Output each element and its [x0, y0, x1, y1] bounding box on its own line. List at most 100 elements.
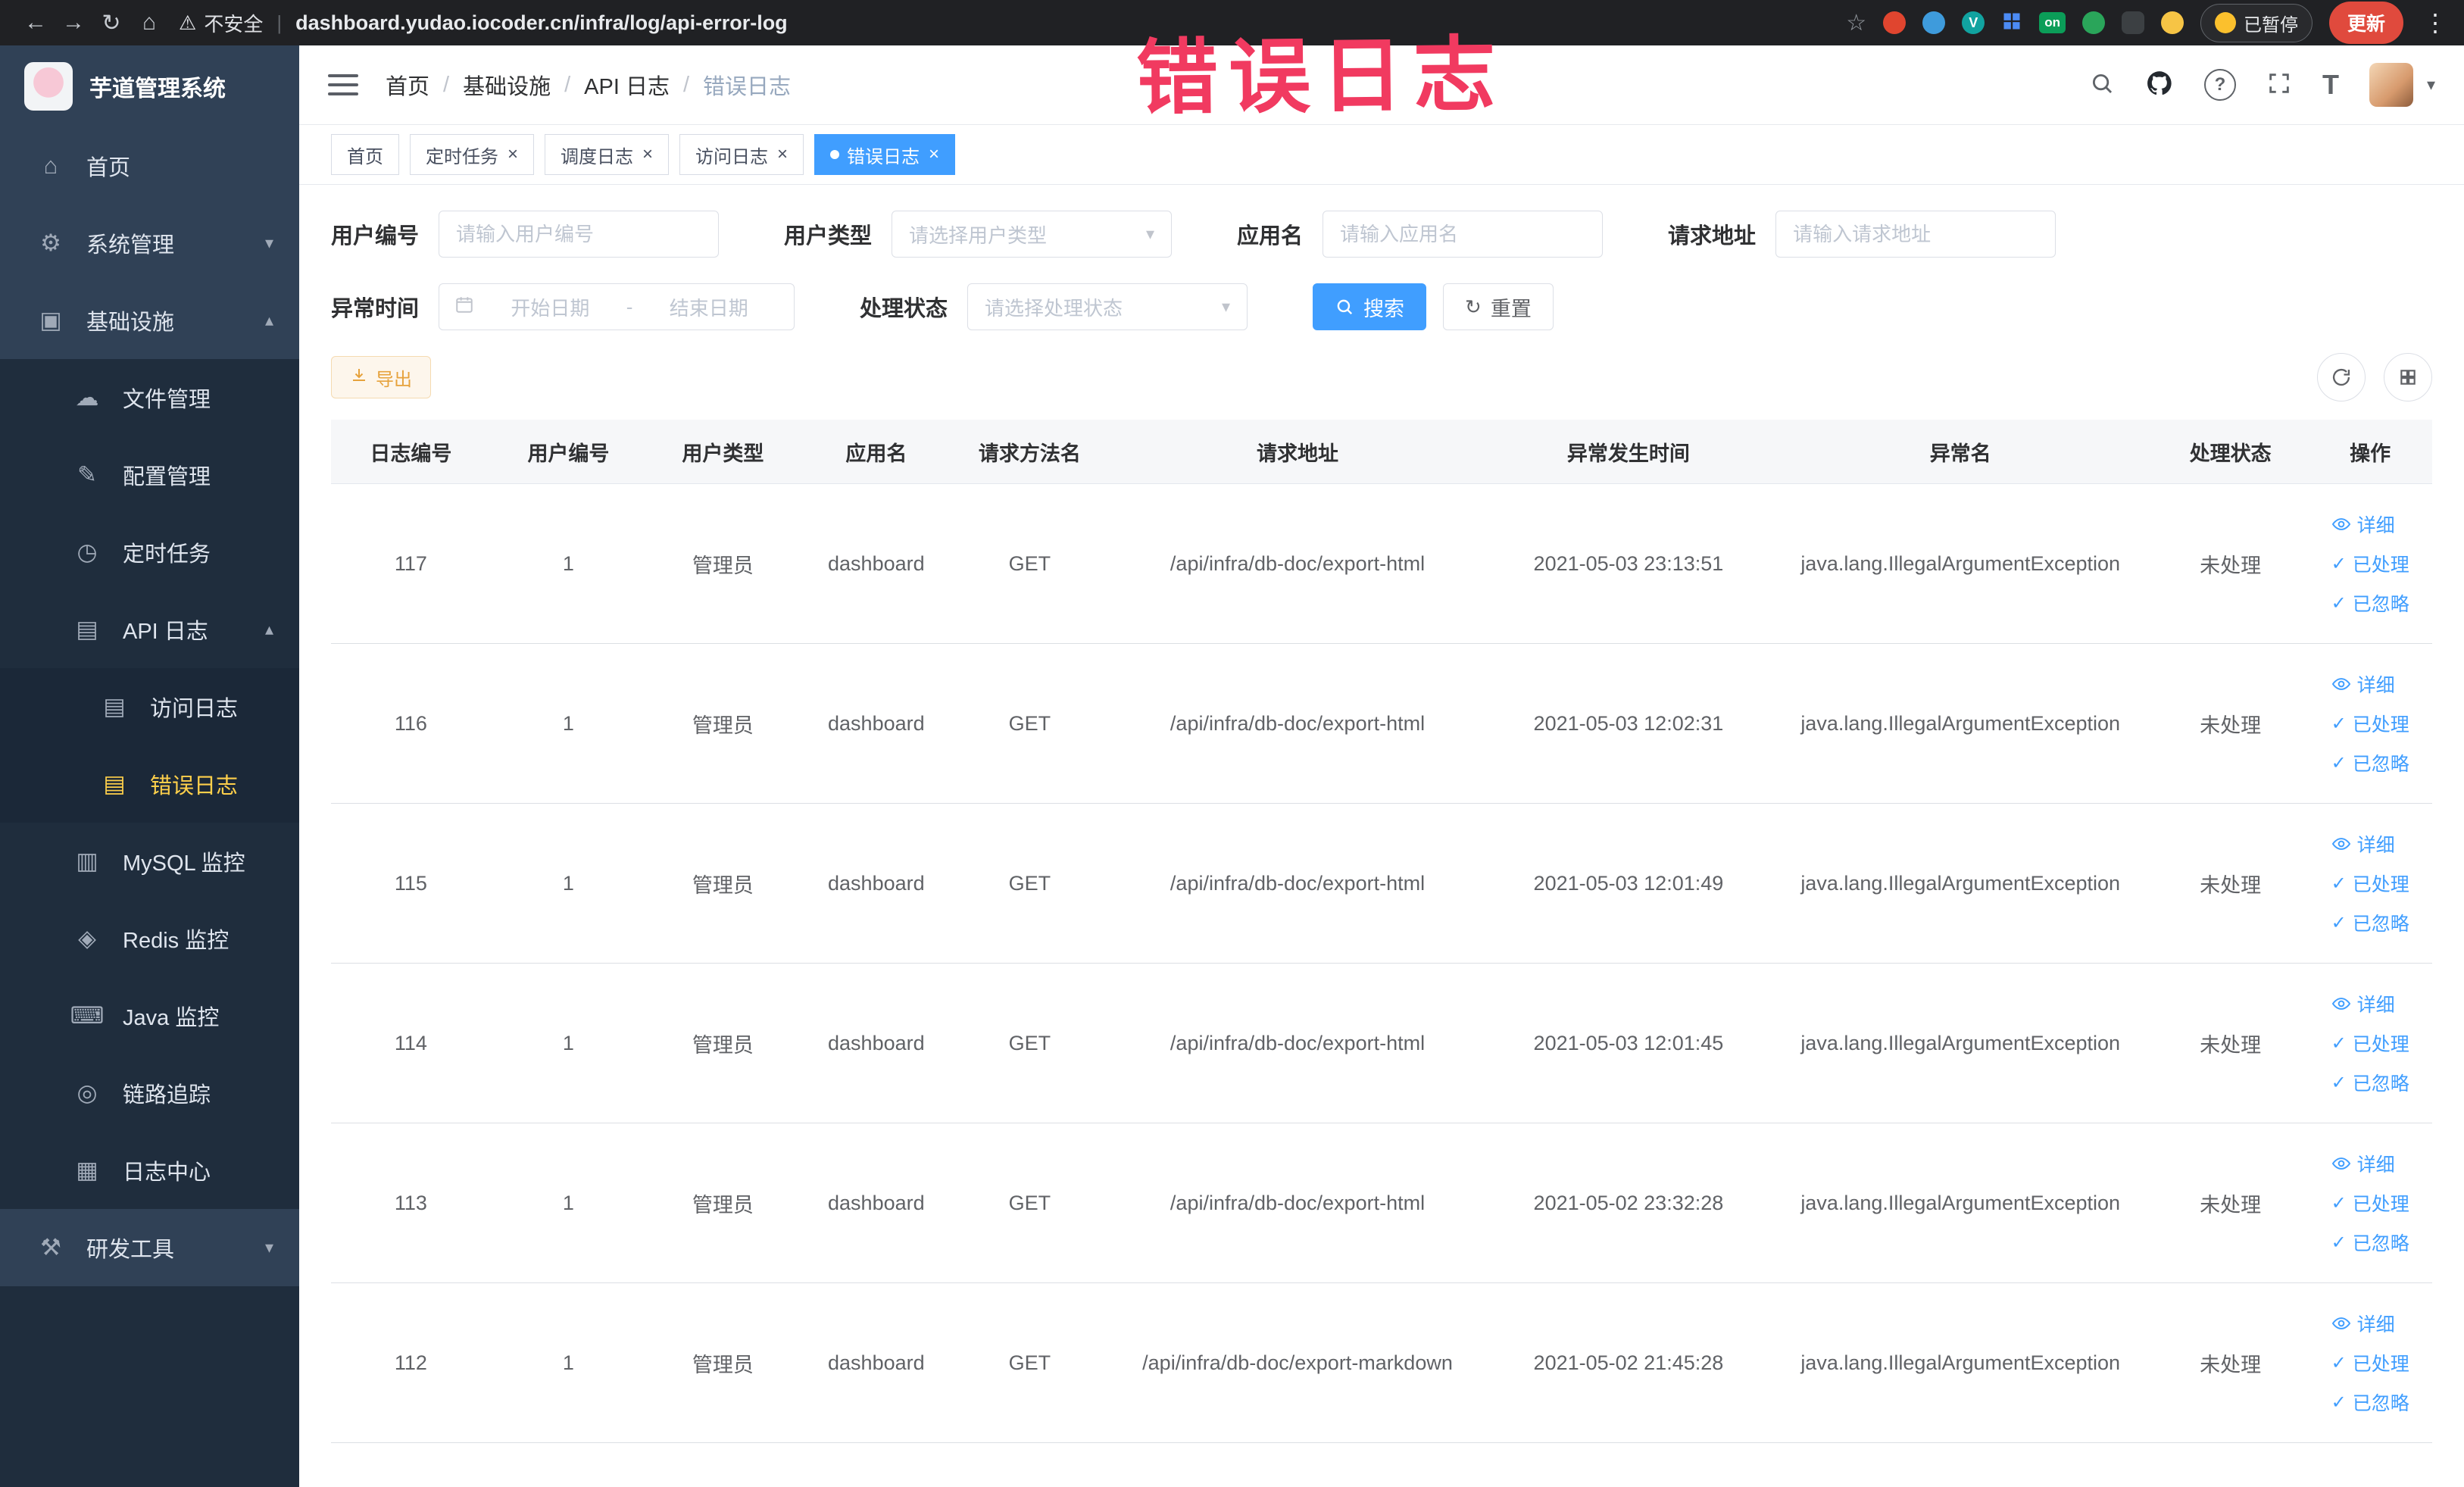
paused-badge[interactable]: 已暂停: [2200, 3, 2313, 42]
sidebar-item-scheduled-tasks[interactable]: ◷ 定时任务: [0, 514, 299, 591]
action-ignored[interactable]: ✓ 已忽略: [2331, 749, 2409, 776]
bookmark-star-icon[interactable]: ☆: [1846, 10, 1866, 36]
sidebar-item-home[interactable]: ⌂ 首页: [0, 127, 299, 205]
search-icon[interactable]: [2089, 70, 2115, 100]
sidebar-item-mysql-monitor[interactable]: ▥ MySQL 监控: [0, 823, 299, 900]
sidebar-item-link-trace[interactable]: ◎ 链路追踪: [0, 1054, 299, 1132]
font-size-icon[interactable]: T: [2322, 69, 2339, 101]
sidebar-item-label: 配置管理: [123, 465, 211, 489]
forward-icon[interactable]: →: [55, 5, 92, 41]
action-processed[interactable]: ✓ 已处理: [2331, 870, 2409, 897]
back-icon[interactable]: ←: [17, 5, 55, 41]
reload-icon[interactable]: ↻: [92, 5, 130, 41]
table-row: 115 1 管理员 dashboard GET/api/infra/db-doc/exp…: [331, 803, 2432, 964]
sidebar-item-redis-monitor[interactable]: ◈ Redis 监控: [0, 900, 299, 977]
sidebar-item-java-monitor[interactable]: ⌨ Java 监控: [0, 977, 299, 1054]
request-url-input[interactable]: [1775, 211, 2056, 258]
sidebar-item-access-log[interactable]: ▤ 访问日志: [0, 668, 299, 745]
tab-home[interactable]: 首页: [331, 134, 399, 175]
user-avatar[interactable]: [2369, 63, 2413, 107]
update-button[interactable]: 更新: [2328, 2, 2403, 44]
home-icon[interactable]: ⌂: [130, 5, 168, 41]
start-date-placeholder: 开始日期: [511, 296, 590, 320]
link-trace-icon: ◎: [77, 1079, 98, 1106]
extension-icon[interactable]: [2081, 11, 2105, 34]
system-mgmt-icon: ⚙: [40, 230, 61, 256]
tab-schedule-log[interactable]: 调度日志 ×: [545, 134, 670, 175]
sidebar-item-log-center[interactable]: ▦ 日志中心: [0, 1132, 299, 1209]
cell-url: /api/infra/db-doc/export-html: [1106, 643, 1489, 804]
sidebar-item-infrastructure[interactable]: ▣ 基础设施 ▴: [0, 282, 299, 359]
close-icon[interactable]: ×: [642, 145, 653, 164]
breadcrumb-item[interactable]: 基础设施: [463, 69, 551, 101]
breadcrumb-item[interactable]: 首页: [386, 69, 429, 101]
check-icon: ✓: [2331, 1072, 2347, 1093]
date-range-picker[interactable]: 开始日期 - 结束日期: [439, 283, 795, 330]
action-processed[interactable]: ✓ 已处理: [2331, 1349, 2409, 1376]
action-detail[interactable]: 详细: [2331, 990, 2395, 1017]
column-settings-button[interactable]: [2384, 353, 2432, 401]
app-logo[interactable]: 芋道管理系统: [0, 45, 299, 127]
user-type-select[interactable]: 请选择用户类型 ▾: [892, 211, 1173, 258]
refresh-table-button[interactable]: [2317, 353, 2366, 401]
check-icon: ✓: [2331, 1232, 2347, 1253]
menu-kebab-icon[interactable]: ⋮: [2423, 8, 2447, 37]
action-ignored[interactable]: ✓ 已忽略: [2331, 909, 2409, 936]
help-icon[interactable]: ?: [2203, 69, 2236, 101]
sidebar-item-dev-tools[interactable]: ⚒ 研发工具 ▾: [0, 1209, 299, 1286]
check-icon: ✓: [2331, 592, 2347, 614]
calendar-icon: [454, 295, 474, 320]
fullscreen-icon[interactable]: [2266, 70, 2292, 100]
close-icon[interactable]: ×: [777, 145, 788, 164]
action-detail[interactable]: 详细: [2331, 1310, 2395, 1337]
export-button[interactable]: 导出: [331, 356, 431, 398]
file-mgmt-icon: ☁: [75, 384, 99, 411]
extension-icon[interactable]: [1922, 11, 1946, 34]
action-processed[interactable]: ✓ 已处理: [2331, 550, 2409, 577]
sidebar-item-label: 基础设施: [86, 311, 175, 335]
sidebar-item-system-mgmt[interactable]: ⚙ 系统管理 ▾: [0, 205, 299, 282]
profile-avatar[interactable]: [2160, 11, 2184, 34]
action-detail[interactable]: 详细: [2331, 670, 2395, 698]
app-name-input[interactable]: [1323, 211, 1604, 258]
close-icon[interactable]: ×: [929, 145, 939, 164]
action-ignored[interactable]: ✓ 已忽略: [2331, 1229, 2409, 1256]
search-button[interactable]: 搜索: [1313, 283, 1427, 330]
action-processed[interactable]: ✓ 已处理: [2331, 710, 2409, 737]
action-processed[interactable]: ✓ 已处理: [2331, 1029, 2409, 1057]
process-status-select[interactable]: 请选择处理状态 ▾: [967, 283, 1248, 330]
sidebar-item-label: Redis 监控: [123, 929, 230, 953]
reset-button[interactable]: ↻ 重置: [1443, 283, 1554, 330]
action-ignored[interactable]: ✓ 已忽略: [2331, 589, 2409, 617]
extensions-puzzle-icon[interactable]: [2121, 11, 2144, 34]
extension-icon[interactable]: [1883, 11, 1907, 34]
action-detail[interactable]: 详细: [2331, 511, 2395, 538]
action-ignored[interactable]: ✓ 已忽略: [2331, 1069, 2409, 1096]
sidebar-item-config-mgmt[interactable]: ✎ 配置管理: [0, 436, 299, 514]
tab-error-log[interactable]: 错误日志 ×: [814, 134, 956, 175]
hamburger-icon[interactable]: [328, 74, 358, 95]
action-detail[interactable]: 详细: [2331, 830, 2395, 858]
tab-access-log[interactable]: 访问日志 ×: [679, 134, 804, 175]
search-icon: [1335, 297, 1354, 317]
sidebar-item-api-logs[interactable]: ▤ API 日志 ▴: [0, 591, 299, 668]
caret-down-icon[interactable]: ▾: [2427, 75, 2435, 95]
error-log-icon: ▤: [103, 770, 126, 797]
github-icon[interactable]: [2145, 69, 2174, 102]
close-icon[interactable]: ×: [507, 145, 518, 164]
action-detail[interactable]: 详细: [2331, 1150, 2395, 1177]
breadcrumb-item[interactable]: API 日志: [584, 69, 670, 101]
extension-icon[interactable]: V: [1962, 11, 1985, 34]
tab-scheduled-tasks[interactable]: 定时任务 ×: [410, 134, 535, 175]
action-processed[interactable]: ✓ 已处理: [2331, 1189, 2409, 1217]
extension-icon[interactable]: [2001, 11, 2022, 36]
action-ignored[interactable]: ✓ 已忽略: [2331, 1389, 2409, 1416]
cell-app: dashboard: [799, 1282, 954, 1443]
sidebar-item-file-mgmt[interactable]: ☁ 文件管理: [0, 359, 299, 436]
sidebar-item-error-log[interactable]: ▤ 错误日志: [0, 745, 299, 823]
user-id-input[interactable]: [439, 211, 720, 258]
user-type-label: 用户类型: [784, 224, 873, 248]
cell-method: GET: [953, 1282, 1107, 1443]
extension-icon[interactable]: on: [2039, 12, 2066, 33]
address-bar[interactable]: ⚠ 不安全 | dashboard.yudao.iocoder.cn/infra…: [179, 9, 1846, 37]
